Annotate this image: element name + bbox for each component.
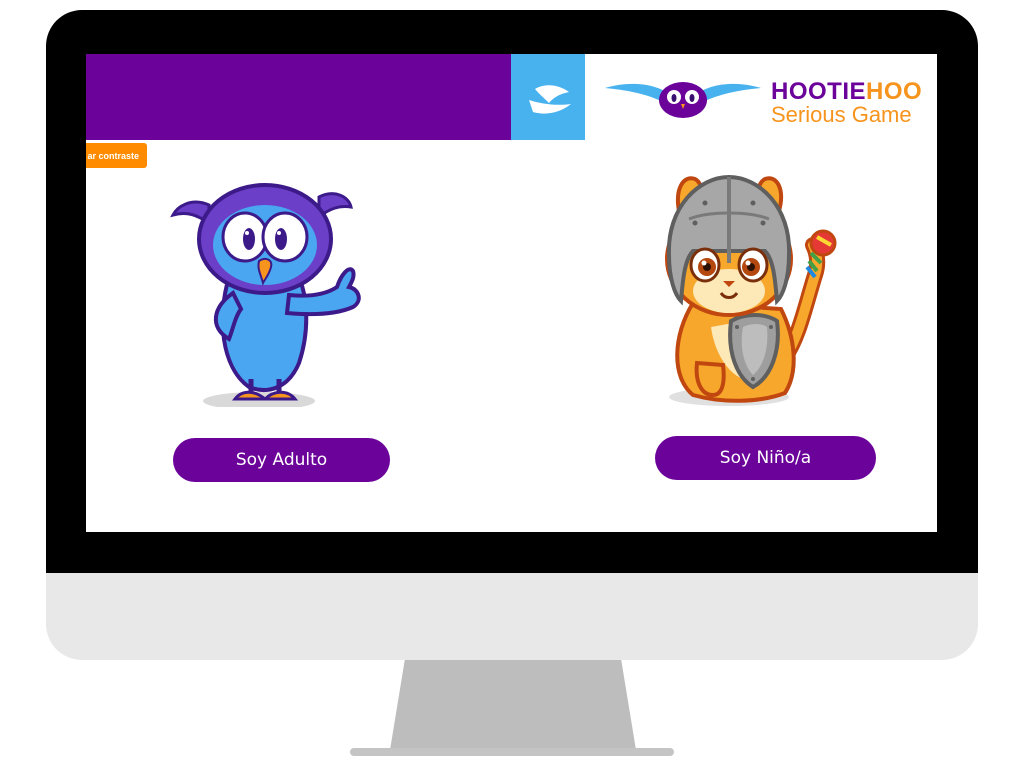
monitor-chin bbox=[46, 573, 978, 660]
monitor-stand-base bbox=[350, 748, 674, 756]
owl-mascot-icon bbox=[170, 183, 361, 407]
contrast-button[interactable]: ar contraste bbox=[86, 143, 147, 168]
header-banner-blue bbox=[511, 54, 585, 140]
lion-knight-mascot-icon bbox=[665, 174, 837, 406]
brand-subtitle: Serious Game bbox=[771, 102, 912, 127]
brand-title-part2: HOO bbox=[866, 78, 923, 105]
screen: HOOTIEHOO Serious Game ar contraste Soy … bbox=[86, 54, 937, 532]
child-button[interactable]: Soy Niño/a bbox=[655, 436, 876, 480]
bird-icon bbox=[529, 85, 571, 114]
header-banner-purple bbox=[86, 54, 511, 140]
header-brand-area: HOOTIEHOO Serious Game bbox=[585, 54, 937, 140]
owl-logo-icon bbox=[605, 82, 761, 118]
brand-title-part1: HOOTIE bbox=[771, 78, 867, 105]
monitor-stand bbox=[390, 660, 636, 750]
adult-button[interactable]: Soy Adulto bbox=[173, 438, 390, 482]
